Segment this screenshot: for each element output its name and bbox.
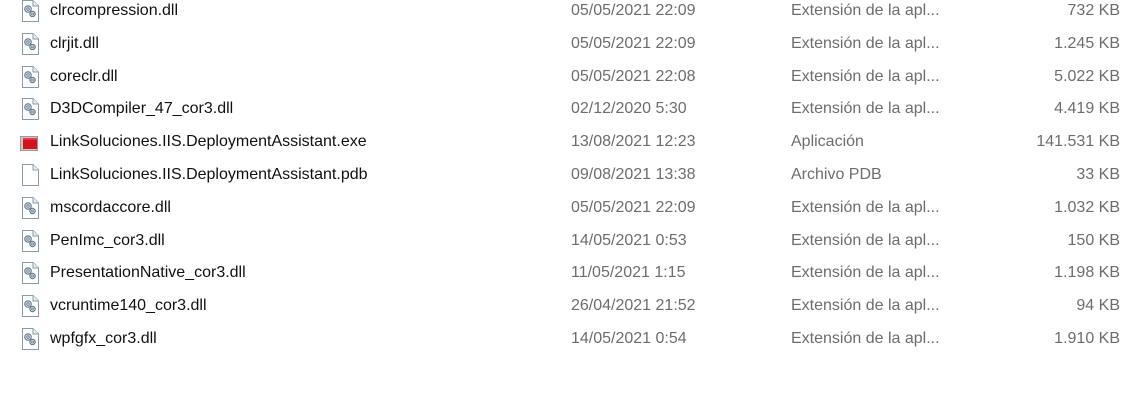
file-size: 150 KB [1067, 231, 1120, 249]
file-date-modified: 14/05/2021 0:53 [571, 231, 687, 249]
file-row[interactable]: D3DCompiler_47_cor3.dll 02/12/2020 5:30 Ex… [0, 93, 1133, 125]
dll-file-icon [20, 28, 42, 60]
dll-file-icon [20, 93, 42, 125]
file-date-modified: 02/12/2020 5:30 [571, 100, 687, 118]
file-size: 33 KB [1076, 166, 1120, 183]
file-date-modified: 05/05/2021 22:08 [571, 67, 696, 85]
file-size: 1.245 KB [1054, 34, 1120, 52]
file-row[interactable]: mscordaccore.dll 05/05/2021 22:09 Extensió… [0, 192, 1133, 224]
dll-file-icon [20, 323, 42, 355]
file-size: 732 KB [1067, 2, 1120, 19]
file-date-modified: 13/08/2021 12:23 [571, 133, 696, 151]
file-name: LinkSoluciones.IIS.DeploymentAssistant.e… [50, 133, 367, 151]
dll-file-icon [20, 257, 42, 289]
file-date-modified: 05/05/2021 22:09 [571, 2, 696, 19]
dll-file-icon [20, 192, 42, 224]
file-name: vcruntime140_cor3.dll [50, 297, 207, 315]
file-date-modified: 05/05/2021 22:09 [571, 34, 696, 52]
blank-file-icon [20, 159, 42, 191]
file-list: clrcompression.dll 05/05/2021 22:09 Extens… [0, 0, 1133, 419]
file-row[interactable]: PenImc_cor3.dll 14/05/2021 0:53 Extensión … [0, 225, 1133, 257]
file-size: 1.910 KB [1054, 330, 1120, 347]
file-name: LinkSoluciones.IIS.DeploymentAssistant.p… [50, 166, 368, 183]
file-name: clrcompression.dll [50, 2, 179, 19]
file-size: 1.198 KB [1054, 264, 1120, 282]
dll-file-icon [20, 290, 42, 322]
dll-file-icon [20, 61, 42, 93]
file-row[interactable]: clrcompression.dll 05/05/2021 22:09 Extens… [0, 0, 1133, 27]
file-row[interactable]: coreclr.dll 05/05/2021 22:08 Extensión de … [0, 61, 1133, 93]
file-name: clrjit.dll [50, 34, 99, 52]
file-size: 94 KB [1076, 297, 1120, 315]
dll-file-icon [20, 225, 42, 257]
file-size: 1.032 KB [1054, 198, 1120, 216]
file-name: D3DCompiler_47_cor3.dll [50, 100, 234, 118]
file-size: 141.531 KB [1036, 133, 1120, 151]
exe-app-icon [20, 126, 42, 158]
file-name: PenImc_cor3.dll [50, 231, 165, 249]
file-date-modified: 05/05/2021 22:09 [571, 198, 696, 216]
file-date-modified: 09/08/2021 13:38 [571, 166, 696, 183]
file-row[interactable]: wpfgfx_cor3.dll 14/05/2021 0:54 Extensión … [0, 323, 1133, 355]
file-row[interactable]: vcruntime140_cor3.dll 26/04/2021 21:52 Ext… [0, 290, 1133, 322]
file-name: mscordaccore.dll [50, 198, 171, 216]
file-row[interactable]: PresentationNative_cor3.dll 11/05/2021 1:… [0, 257, 1133, 289]
file-size: 4.419 KB [1054, 100, 1120, 118]
file-date-modified: 11/05/2021 1:15 [571, 264, 686, 282]
dll-file-icon [20, 0, 42, 27]
file-name: coreclr.dll [50, 67, 118, 85]
file-name: wpfgfx_cor3.dll [50, 330, 157, 347]
file-date-modified: 14/05/2021 0:54 [571, 330, 687, 347]
file-size: 5.022 KB [1054, 67, 1120, 85]
file-date-modified: 26/04/2021 21:52 [571, 297, 696, 315]
file-row[interactable]: LinkSoluciones.IIS.DeploymentAssistant.e… [0, 126, 1133, 158]
file-row[interactable]: clrjit.dll 05/05/2021 22:09 Extensión de l… [0, 28, 1133, 60]
file-row[interactable]: LinkSoluciones.IIS.DeploymentAssistant.p… [0, 159, 1133, 191]
file-name: PresentationNative_cor3.dll [50, 264, 246, 282]
